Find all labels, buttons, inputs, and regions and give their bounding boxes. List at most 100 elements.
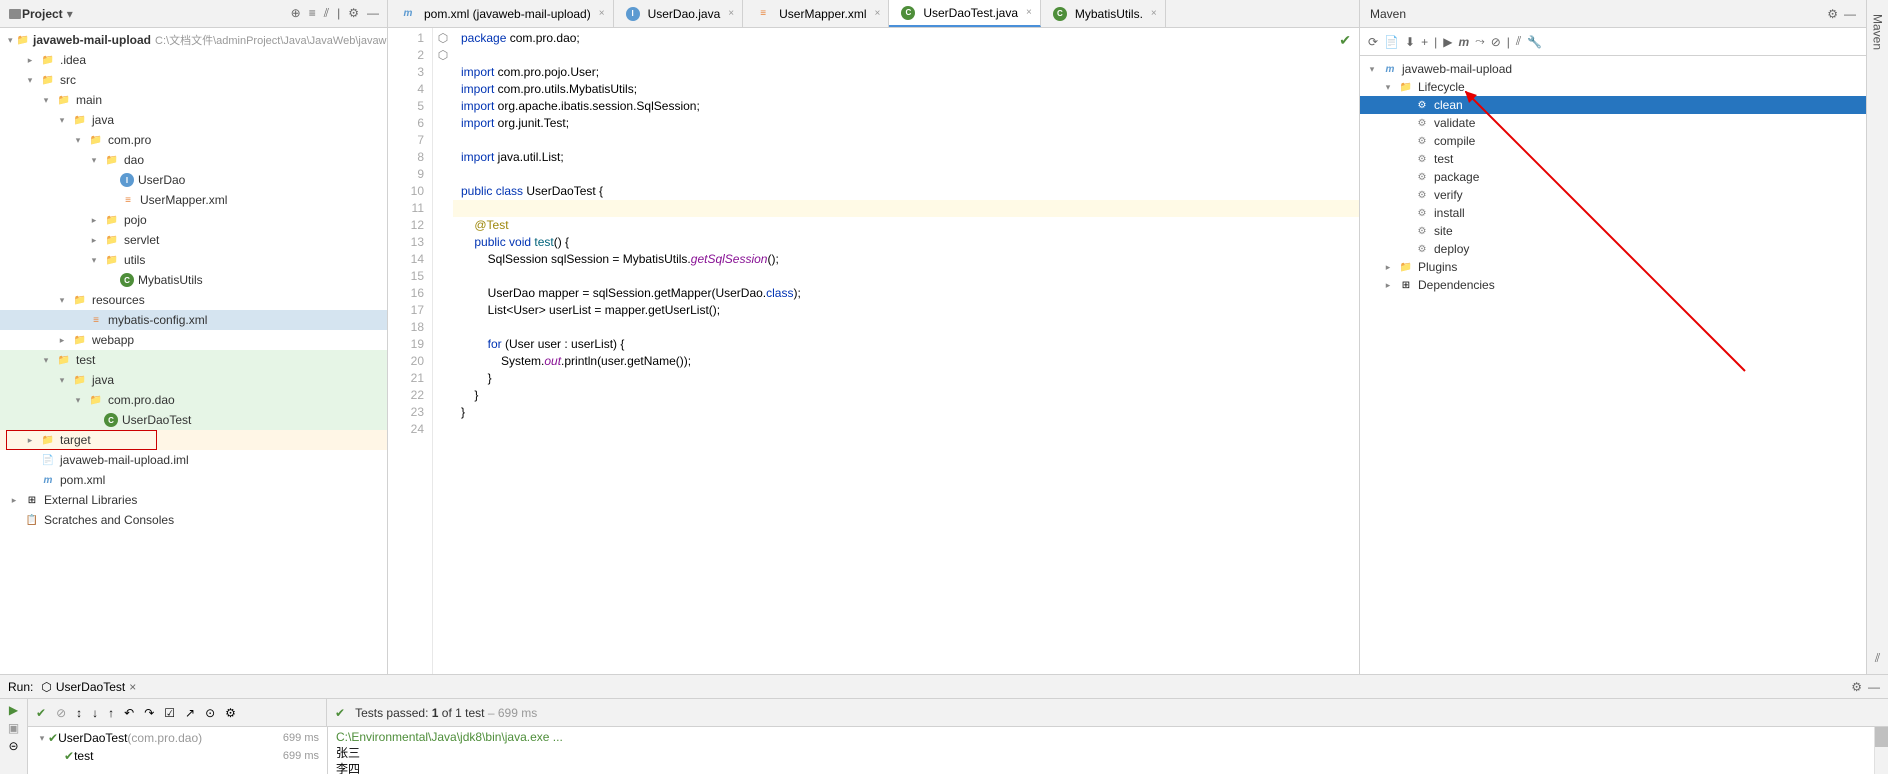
tree-item[interactable]: 📄javaweb-mail-upload.iml xyxy=(0,450,387,470)
code-area[interactable]: package com.pro.dao;import com.pro.pojo.… xyxy=(453,28,1359,674)
tree-item[interactable]: ▸📁webapp xyxy=(0,330,387,350)
test-tree[interactable]: ▾ ✔ UserDaoTest (com.pro.dao)699 ms✔ tes… xyxy=(28,727,328,774)
editor-tab[interactable]: ≡UserMapper.xml× xyxy=(743,0,889,27)
maven-tab[interactable]: Maven xyxy=(1869,8,1887,56)
expand-icon[interactable]: ↓ xyxy=(92,706,98,720)
close-icon[interactable]: × xyxy=(728,8,734,19)
scrollbar[interactable] xyxy=(1874,727,1888,774)
tree-item[interactable]: ▾📁javaweb-mail-uploadC:\文档文件\adminProjec… xyxy=(0,30,387,50)
locate-icon[interactable]: ⊕ xyxy=(291,6,301,21)
tree-item[interactable]: ▾📁java xyxy=(0,110,387,130)
test-ok-icon[interactable]: ✔ xyxy=(36,706,46,720)
import-icon[interactable]: ↗ xyxy=(185,706,195,720)
tree-item[interactable]: ▾📁dao xyxy=(0,150,387,170)
maven-item[interactable]: ⚙package xyxy=(1360,168,1866,186)
close-icon[interactable]: × xyxy=(599,8,605,19)
expand-icon[interactable]: ≡ xyxy=(309,6,316,21)
project-dropdown-icon[interactable]: ▾ xyxy=(67,7,73,21)
prev-icon[interactable]: ↶ xyxy=(124,706,134,720)
maven-hide-icon[interactable]: — xyxy=(1844,7,1856,21)
pin-icon[interactable]: ⊝ xyxy=(8,739,18,753)
maven-settings-icon[interactable]: ⚙ xyxy=(1827,7,1838,21)
export-icon[interactable]: ☑ xyxy=(164,706,175,720)
maven-item[interactable]: ⚙install xyxy=(1360,204,1866,222)
collapse-icon[interactable]: ↑ xyxy=(108,706,114,720)
tree-item[interactable]: CUserDaoTest xyxy=(0,410,387,430)
maven-item[interactable]: ⚙test xyxy=(1360,150,1866,168)
test-item[interactable]: ✔ test699 ms xyxy=(28,747,327,765)
maven-item[interactable]: ▾📁Lifecycle xyxy=(1360,78,1866,96)
tree-item[interactable]: IUserDao xyxy=(0,170,387,190)
maven-item[interactable]: ⚙clean xyxy=(1360,96,1866,114)
history-icon[interactable]: ⊙ xyxy=(205,706,215,720)
tree-item[interactable]: ≡UserMapper.xml xyxy=(0,190,387,210)
tree-item[interactable]: mpom.xml xyxy=(0,470,387,490)
maven-item[interactable]: ▸📁Plugins xyxy=(1360,258,1866,276)
close-icon[interactable]: × xyxy=(874,8,880,19)
skip-icon[interactable]: ⤳ xyxy=(1475,34,1485,49)
run-icon[interactable]: ▶ xyxy=(1443,35,1452,49)
tree-item[interactable]: ▸⊞External Libraries xyxy=(0,490,387,510)
generate-icon[interactable]: 📄 xyxy=(1384,35,1399,49)
tree-item[interactable]: ▸📁.idea xyxy=(0,50,387,70)
tree-item[interactable]: ▾📁utils xyxy=(0,250,387,270)
download-icon[interactable]: ⬇ xyxy=(1405,35,1415,49)
status-ok-icon: ✔ xyxy=(335,706,345,720)
tree-item[interactable]: ▾📁com.pro.dao xyxy=(0,390,387,410)
collapse-icon[interactable]: ⫽ xyxy=(324,6,329,21)
tree-item[interactable]: ▾📁main xyxy=(0,90,387,110)
project-tree[interactable]: ▾📁javaweb-mail-uploadC:\文档文件\adminProjec… xyxy=(0,28,387,674)
reload-icon[interactable]: ⟳ xyxy=(1368,35,1378,49)
editor-tab[interactable]: CMybatisUtils.× xyxy=(1041,0,1166,27)
maven-tree[interactable]: ▾mjavaweb-mail-upload▾📁Lifecycle⚙clean⚙v… xyxy=(1360,56,1866,674)
tree-item[interactable]: ▸📁target xyxy=(0,430,387,450)
stop-icon[interactable]: ▣ xyxy=(8,721,19,735)
editor-tabs: mpom.xml (javaweb-mail-upload)×IUserDao.… xyxy=(388,0,1359,28)
next-icon[interactable]: ↷ xyxy=(144,706,154,720)
right-more-icon[interactable]: ⫽ xyxy=(1875,651,1880,666)
run-hide-icon[interactable]: — xyxy=(1868,680,1880,694)
sort-icon[interactable]: ↕ xyxy=(76,706,82,720)
maven-item[interactable]: ⚙deploy xyxy=(1360,240,1866,258)
tree-item[interactable]: 📋Scratches and Consoles xyxy=(0,510,387,530)
maven-item[interactable]: ⚙site xyxy=(1360,222,1866,240)
add-icon[interactable]: + xyxy=(1421,35,1428,49)
tree-item[interactable]: ≡mybatis-config.xml xyxy=(0,310,387,330)
test-fail-icon[interactable]: ⊘ xyxy=(56,706,66,720)
tree-item[interactable]: ▾📁com.pro xyxy=(0,130,387,150)
tree-item[interactable]: ▾📁java xyxy=(0,370,387,390)
rerun-icon[interactable]: ▶ xyxy=(9,703,18,717)
test-item[interactable]: ▾ ✔ UserDaoTest (com.pro.dao)699 ms xyxy=(28,729,327,747)
run-close-icon[interactable]: × xyxy=(129,680,136,694)
gutter: 123456789101112131415161718192021222324 xyxy=(388,28,433,674)
console-output[interactable]: C:\Environmental\Java\jdk8\bin\java.exe … xyxy=(328,727,1888,774)
m-icon[interactable]: m xyxy=(1458,35,1469,49)
tree-item[interactable]: ▾📁test xyxy=(0,350,387,370)
editor-tab[interactable]: IUserDao.java× xyxy=(614,0,744,27)
maven-item[interactable]: ⚙validate xyxy=(1360,114,1866,132)
collapse-all-icon[interactable]: ⫽ xyxy=(1516,34,1521,49)
offline-icon[interactable]: ⊘ xyxy=(1491,35,1501,49)
editor-tab[interactable]: CUserDaoTest.java× xyxy=(889,0,1041,27)
wrench-icon[interactable]: 🔧 xyxy=(1527,35,1542,49)
run-config-icon: ⬡ xyxy=(41,680,51,694)
maven-item[interactable]: ▸⊞Dependencies xyxy=(1360,276,1866,294)
maven-toolbar: ⟳ 📄 ⬇ + | ▶ m ⤳ ⊘ | ⫽ 🔧 xyxy=(1360,28,1866,56)
tree-item[interactable]: ▸📁pojo xyxy=(0,210,387,230)
gear2-icon[interactable]: ⚙ xyxy=(225,706,236,720)
maven-item[interactable]: ▾mjavaweb-mail-upload xyxy=(1360,60,1866,78)
maven-item[interactable]: ⚙compile xyxy=(1360,132,1866,150)
settings-icon[interactable]: ⚙ xyxy=(348,6,359,21)
tree-item[interactable]: ▾📁resources xyxy=(0,290,387,310)
tree-item[interactable]: CMybatisUtils xyxy=(0,270,387,290)
editor-tab[interactable]: mpom.xml (javaweb-mail-upload)× xyxy=(388,0,614,27)
run-settings-icon[interactable]: ⚙ xyxy=(1851,680,1862,694)
project-title: Project xyxy=(22,7,63,21)
hide-icon[interactable]: — xyxy=(367,6,379,21)
editor-content[interactable]: 123456789101112131415161718192021222324 … xyxy=(388,28,1359,674)
tree-item[interactable]: ▾📁src xyxy=(0,70,387,90)
close-icon[interactable]: × xyxy=(1026,7,1032,18)
maven-item[interactable]: ⚙verify xyxy=(1360,186,1866,204)
close-icon[interactable]: × xyxy=(1151,8,1157,19)
tree-item[interactable]: ▸📁servlet xyxy=(0,230,387,250)
